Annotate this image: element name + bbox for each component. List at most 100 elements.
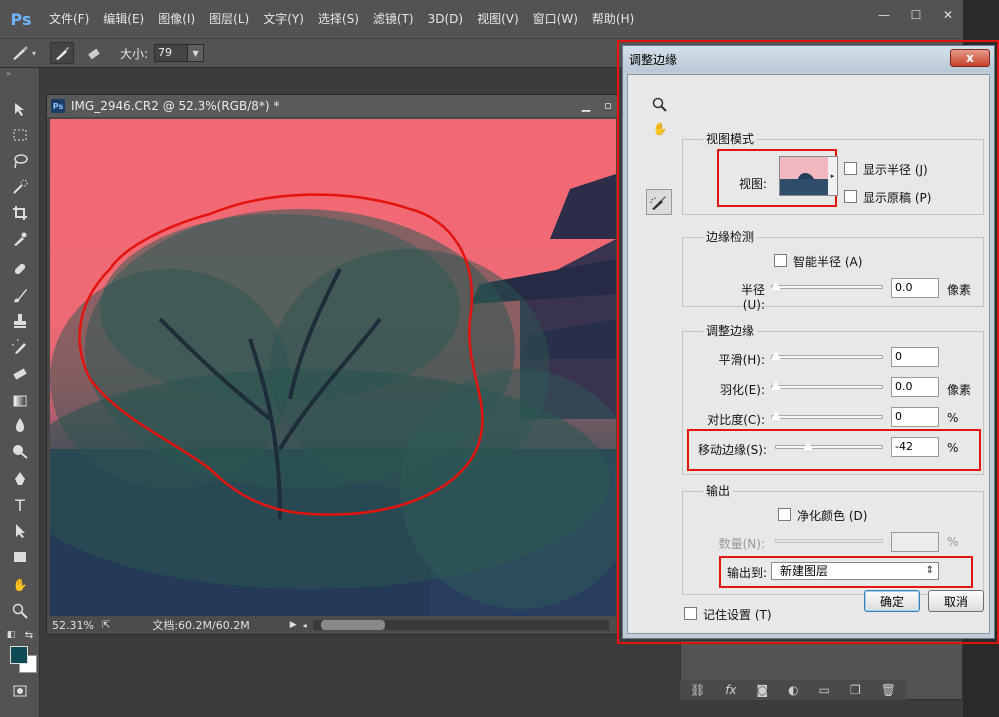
adjust-edge-title: 调整边缘: [703, 322, 758, 339]
menu-3d[interactable]: 3D(D): [421, 0, 470, 38]
feather-slider-thumb[interactable]: [770, 380, 782, 391]
smart-radius-checkbox[interactable]: [774, 254, 787, 267]
dodge-tool-icon[interactable]: [9, 440, 31, 462]
contrast-slider-thumb[interactable]: [770, 410, 782, 421]
eraser-tool-icon[interactable]: [9, 362, 31, 384]
refine-edge-dialog: 调整边缘 x ✋ 视图模式 视图: ▸ 显示半径 (J) 显示原稿 (P) 边缘…: [622, 45, 995, 639]
share-icon[interactable]: ⇱: [102, 620, 110, 631]
radius-label: 半径(U):: [740, 283, 765, 312]
smooth-slider[interactable]: [771, 355, 883, 359]
blur-tool-icon[interactable]: [9, 414, 31, 436]
hand-icon[interactable]: ✋: [650, 119, 670, 139]
rectangle-tool-icon[interactable]: [9, 546, 31, 568]
zoom-tool-icon[interactable]: [9, 600, 31, 622]
radius-slider[interactable]: [771, 285, 883, 289]
hand-tool-icon[interactable]: ✋: [9, 574, 31, 596]
erase-refinements-brush-icon[interactable]: [82, 42, 106, 64]
shift-edge-slider-thumb[interactable]: [802, 440, 814, 451]
feather-input[interactable]: 0.0: [891, 377, 939, 397]
history-brush-tool-icon[interactable]: [9, 336, 31, 358]
shift-edge-slider[interactable]: [775, 445, 883, 449]
menu-window[interactable]: 窗口(W): [526, 0, 585, 38]
contrast-input[interactable]: 0: [891, 407, 939, 427]
new-group-icon[interactable]: ▭: [819, 683, 830, 697]
refine-radius-tool-icon[interactable]: [646, 189, 672, 215]
cancel-button[interactable]: 取消: [928, 590, 984, 612]
ok-button[interactable]: 确定: [864, 590, 920, 612]
document-minimize-button[interactable]: ▁: [577, 97, 595, 113]
refine-radius-tool-preset-icon[interactable]: [8, 42, 32, 64]
view-mode-dropdown-arrow-icon[interactable]: ▸: [828, 156, 838, 196]
amount-label: 数量(N):: [718, 537, 765, 551]
type-tool-icon[interactable]: T: [9, 494, 31, 516]
healing-brush-tool-icon[interactable]: [9, 258, 31, 280]
menu-layer[interactable]: 图层(L): [202, 0, 256, 38]
brush-size-dropdown-icon[interactable]: ▼: [188, 44, 205, 62]
new-layer-icon[interactable]: ❐: [850, 683, 861, 697]
show-radius-checkbox[interactable]: [844, 162, 857, 175]
decontaminate-checkbox[interactable]: [778, 508, 791, 521]
lasso-tool-icon[interactable]: [9, 150, 31, 172]
delete-layer-icon[interactable]: 🗑: [881, 683, 896, 697]
marquee-tool-icon[interactable]: [9, 124, 31, 146]
output-title: 输出: [703, 482, 734, 499]
radius-input[interactable]: 0.0: [891, 278, 939, 298]
brush-size-input[interactable]: 79: [154, 44, 189, 62]
menu-type[interactable]: 文字(Y): [256, 0, 311, 38]
show-original-checkbox[interactable]: [844, 190, 857, 203]
menu-file[interactable]: 文件(F): [42, 0, 96, 38]
add-mask-icon[interactable]: ◙: [757, 683, 769, 697]
clone-stamp-tool-icon[interactable]: [9, 310, 31, 332]
horizontal-scrollbar-thumb[interactable]: [321, 620, 385, 630]
link-layers-icon[interactable]: ⛓: [690, 683, 705, 697]
adjustment-layer-icon[interactable]: ◐: [788, 683, 798, 697]
menu-edit[interactable]: 编辑(E): [96, 0, 151, 38]
view-mode-thumbnail[interactable]: [779, 156, 829, 196]
menu-image[interactable]: 图像(I): [151, 0, 202, 38]
smooth-input[interactable]: 0: [891, 347, 939, 367]
scroll-left-arrow-icon[interactable]: ◂: [303, 621, 307, 630]
default-colors-icon[interactable]: ◧: [4, 624, 18, 646]
document-maximize-button[interactable]: ▫: [599, 97, 617, 113]
remember-settings-checkbox[interactable]: [684, 607, 697, 620]
layer-style-fx-icon[interactable]: fx: [725, 683, 736, 697]
menu-filter[interactable]: 滤镜(T): [366, 0, 421, 38]
zoom-readout[interactable]: 52.31%: [52, 619, 94, 632]
menu-help[interactable]: 帮助(H): [585, 0, 641, 38]
pen-tool-icon[interactable]: [9, 468, 31, 490]
contrast-slider[interactable]: [771, 415, 883, 419]
maximize-button[interactable]: ☐: [901, 6, 931, 24]
minimize-button[interactable]: —: [869, 6, 899, 24]
gradient-tool-icon[interactable]: [9, 390, 31, 412]
photo-willow-and-palace: [50, 174, 616, 617]
path-selection-tool-icon[interactable]: [9, 520, 31, 542]
output-to-label: 输出到:: [727, 566, 768, 580]
preset-dropdown-arrow-icon[interactable]: ▾: [32, 49, 42, 58]
crop-tool-icon[interactable]: [9, 202, 31, 224]
move-tool-icon[interactable]: [9, 98, 31, 120]
radius-slider-thumb[interactable]: [770, 280, 782, 291]
refine-radius-brush-icon[interactable]: [50, 42, 74, 64]
panel-collapse-icon[interactable]: »: [0, 68, 39, 80]
dialog-close-button[interactable]: x: [950, 49, 990, 67]
image-canvas[interactable]: [50, 119, 616, 617]
quick-mask-icon[interactable]: [9, 680, 31, 702]
foreground-color-swatch[interactable]: [10, 646, 28, 664]
shift-edge-input[interactable]: -42: [891, 437, 939, 457]
close-window-button[interactable]: ✕: [933, 6, 963, 24]
brush-tool-icon[interactable]: [9, 284, 31, 306]
view-mode-group: 视图模式 视图: ▸ 显示半径 (J) 显示原稿 (P): [682, 130, 984, 215]
swap-colors-icon[interactable]: ⇆: [22, 624, 36, 646]
menu-select[interactable]: 选择(S): [311, 0, 366, 38]
document-tab[interactable]: Ps IMG_2946.CR2 @ 52.3%(RGB/8*) * ▁ ▫: [47, 95, 617, 117]
zoom-icon[interactable]: [650, 95, 670, 115]
horizontal-scrollbar[interactable]: [313, 620, 609, 630]
status-menu-arrow-icon[interactable]: ▶: [290, 620, 297, 630]
menu-view[interactable]: 视图(V): [470, 0, 526, 38]
eyedropper-tool-icon[interactable]: [9, 228, 31, 250]
feather-slider[interactable]: [771, 385, 883, 389]
smooth-slider-thumb[interactable]: [770, 350, 782, 361]
output-to-select[interactable]: 新建图层 ⇕: [771, 562, 939, 580]
dialog-titlebar[interactable]: 调整边缘 x: [623, 46, 994, 72]
quick-selection-tool-icon[interactable]: [9, 176, 31, 198]
